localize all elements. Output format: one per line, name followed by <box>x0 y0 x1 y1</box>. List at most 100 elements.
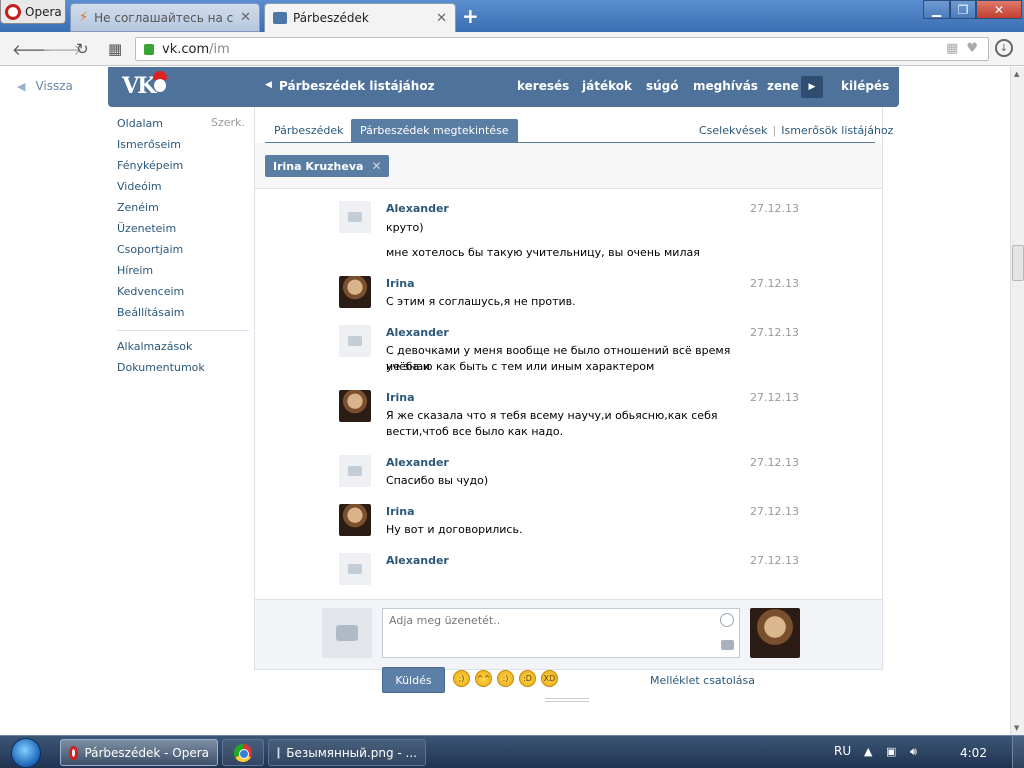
start-button[interactable] <box>6 736 46 768</box>
header-link-invite[interactable]: meghívás <box>693 79 758 93</box>
sidebar-item-videos[interactable]: Videóim <box>117 179 249 200</box>
message-text: мне хотелось бы такую учительницу, вы оч… <box>386 246 700 259</box>
camera-placeholder-avatar[interactable] <box>339 325 371 357</box>
message-date[interactable]: 27.12.13 <box>750 391 799 404</box>
url-input[interactable]: vk.com/im ▦ ♥ <box>135 37 989 61</box>
network-icon[interactable]: ▣ <box>886 745 896 758</box>
sidebar-item-photos[interactable]: Fényképeim <box>117 158 249 179</box>
my-avatar[interactable] <box>750 608 800 658</box>
message-date[interactable]: 27.12.13 <box>750 456 799 469</box>
language-indicator[interactable]: RU <box>834 744 851 758</box>
taskbar-item-label: Безымянный.png - ... <box>286 745 417 760</box>
camera-placeholder-avatar[interactable] <box>339 553 371 585</box>
header-link-games[interactable]: játékok <box>582 79 632 93</box>
back-triangle-icon: ◀ <box>17 79 26 93</box>
grid-icon[interactable]: ▦ <box>108 40 122 58</box>
sidebar-item-favorites[interactable]: Kedvenceim <box>117 284 249 305</box>
sidebar-item-messages[interactable]: Üzeneteim <box>117 221 249 242</box>
taskbar-item-image[interactable]: Безымянный.png - ... <box>268 739 426 766</box>
message-input[interactable]: Adja meg üzenetét.. <box>382 608 740 658</box>
camera-placeholder-avatar[interactable] <box>339 201 371 233</box>
irina-avatar[interactable] <box>339 276 371 308</box>
header-dialogs-list-link[interactable]: Párbeszédek listájához <box>279 79 435 93</box>
header-link-music[interactable]: zene <box>767 79 799 93</box>
taskbar-item-opera[interactable]: Párbeszédek - Opera <box>60 739 218 766</box>
back-link-label: Vissza <box>35 79 73 93</box>
header-link-help[interactable]: súgó <box>646 79 679 93</box>
actions-link[interactable]: Cselekvések <box>699 124 768 137</box>
opera-logo-icon <box>5 3 21 20</box>
attach-link[interactable]: Melléklet csatolása <box>650 674 755 687</box>
message-author[interactable]: Alexander <box>386 202 449 215</box>
minimize-button[interactable]: ▁ <box>923 0 950 19</box>
scroll-down-icon[interactable]: ▼ <box>1014 724 1019 732</box>
message-author[interactable]: Alexander <box>386 554 449 567</box>
maximize-button[interactable]: ❐ <box>950 0 976 19</box>
grin-emoji-icon[interactable]: :D <box>519 670 536 687</box>
irina-avatar[interactable] <box>339 390 371 422</box>
resize-handle[interactable] <box>545 698 589 702</box>
opera-icon <box>69 745 79 760</box>
reload-icon[interactable]: ↻ <box>76 40 89 58</box>
message-author[interactable]: Alexander <box>386 326 449 339</box>
laugh-emoji-icon[interactable]: XD <box>541 670 558 687</box>
header-link-search[interactable]: keresés <box>517 79 569 93</box>
remove-peer-icon[interactable]: ✕ <box>371 159 381 173</box>
clock[interactable]: 4:02 <box>960 746 987 760</box>
close-window-button[interactable]: ✕ <box>976 0 1022 19</box>
sidebar-item-music[interactable]: Zenéim <box>117 200 249 221</box>
sidebar-item-groups[interactable]: Csoportjaim <box>117 242 249 263</box>
show-desktop-button[interactable] <box>1012 736 1024 768</box>
smile-emoji-icon[interactable]: :) <box>497 670 514 687</box>
sidebar-edit-link[interactable]: Szerk. <box>211 116 245 129</box>
message-input-placeholder: Adja meg üzenetét.. <box>389 614 501 627</box>
tab-view-dialog[interactable]: Párbeszédek megtekintése <box>351 119 518 142</box>
tab-dialogs[interactable]: Párbeszédek <box>265 119 353 142</box>
message-date[interactable]: 27.12.13 <box>750 554 799 567</box>
taskbar-item-chrome[interactable] <box>222 739 264 766</box>
camera-placeholder-avatar[interactable] <box>339 455 371 487</box>
message-author[interactable]: Irina <box>386 505 415 518</box>
message-author[interactable]: Irina <box>386 277 415 290</box>
message-date[interactable]: 27.12.13 <box>750 277 799 290</box>
message-text: круто) <box>386 221 424 234</box>
smile-icon[interactable] <box>720 613 734 627</box>
scrollbar-thumb[interactable] <box>1012 245 1024 281</box>
message-date[interactable]: 27.12.13 <box>750 326 799 339</box>
message-author[interactable]: Irina <box>386 391 415 404</box>
message-date[interactable]: 27.12.13 <box>750 202 799 215</box>
volume-icon[interactable]: 🔊︎ <box>910 745 917 759</box>
message-author[interactable]: Alexander <box>386 456 449 469</box>
page-scrollbar[interactable]: ▲ ▼ <box>1010 67 1024 735</box>
close-tab-icon[interactable]: ✕ <box>436 11 447 26</box>
friends-list-link[interactable]: Ismerősök listájához <box>781 124 893 137</box>
heart-icon[interactable]: ♥ <box>966 41 978 56</box>
message-text: вести,чтоб все было как надо. <box>386 425 564 438</box>
new-tab-button[interactable]: + <box>462 6 479 26</box>
back-link[interactable]: ◀ Vissza <box>17 79 73 93</box>
message-date[interactable]: 27.12.13 <box>750 505 799 518</box>
close-tab-icon[interactable]: ✕ <box>240 10 251 25</box>
irina-avatar[interactable] <box>339 504 371 536</box>
tab-other[interactable]: ⚡ Не соглашайтесь на секс ✕ <box>70 3 260 32</box>
blush-emoji-icon[interactable]: ^^ <box>475 670 492 687</box>
sidebar-item-documents[interactable]: Dokumentumok <box>117 360 249 381</box>
play-icon[interactable]: ▶ <box>801 76 823 98</box>
scroll-up-icon[interactable]: ▲ <box>1014 70 1019 78</box>
sidebar-item-apps[interactable]: Alkalmazások <box>117 339 249 360</box>
sidebar-item-news[interactable]: Híreim <box>117 263 249 284</box>
download-icon[interactable]: ↓ <box>995 39 1013 57</box>
wink-emoji-icon[interactable]: ;) <box>453 670 470 687</box>
content-tabs: Párbeszédek Párbeszédek megtekintése Cse… <box>265 119 893 143</box>
peer-chip[interactable]: Irina Kruzheva ✕ <box>265 155 389 177</box>
sidebar-item-friends[interactable]: Ismerőseim <box>117 137 249 158</box>
send-button[interactable]: Küldés <box>382 667 445 693</box>
top-links: Cselekvések | Ismerősök listájához <box>699 124 894 137</box>
tray-expand-icon[interactable]: ▲ <box>864 745 872 758</box>
sidebar-item-settings[interactable]: Beállításaim <box>117 305 249 326</box>
opera-menu-button[interactable]: Opera <box>0 0 66 24</box>
tab-active[interactable]: Párbeszédek ✕ <box>264 3 456 32</box>
camera-icon[interactable] <box>721 640 734 650</box>
speed-dial-icon[interactable]: ▦ <box>946 41 958 56</box>
header-link-logout[interactable]: kilépés <box>841 79 889 93</box>
